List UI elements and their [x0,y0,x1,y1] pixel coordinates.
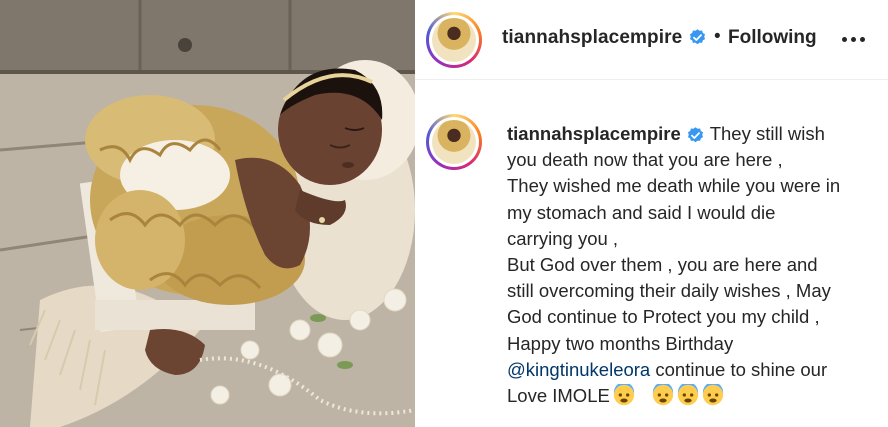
caption-line: you death now that you are here , [507,149,783,171]
header-username[interactable]: tiannahsplacempire [502,27,707,49]
avatar-image [432,18,476,62]
newborn-photo-illustration [0,0,415,427]
fearful-face-emoji-icon [677,384,698,406]
post-caption: tiannahsplacempire They still wish you d… [507,121,877,409]
fearful-face-emoji-icon [702,384,723,406]
header-avatar[interactable] [426,12,482,68]
caption-line: my stomach and said I would die [507,201,776,223]
caption-line: carrying you , [507,227,619,249]
fearful-face-emoji-icon [652,384,673,406]
avatar-image [432,120,476,164]
caption-username[interactable]: tiannahsplacempire [507,123,681,144]
fearful-face-emoji-icon [613,384,634,406]
following-button[interactable]: Following [728,27,817,49]
comments-area[interactable]: tiannahsplacempire They still wish you d… [415,81,888,427]
verified-badge-icon [689,29,705,45]
caption-line: They still wish [709,123,825,144]
caption-line: continue to shine our [650,358,828,380]
more-options-icon[interactable] [842,28,868,52]
caption-line: But God over them , you are here and [507,254,818,276]
post-details-pane: tiannahsplacempire • Following tiannahsp… [415,0,888,427]
caption-line: still overcoming their daily wishes , Ma… [507,280,831,302]
caption-line: God continue to Protect you my child , [507,306,820,328]
separator-dot: • [714,26,721,47]
caption-line: Happy two months Birthday [507,332,734,354]
caption-avatar[interactable] [426,114,482,170]
verified-badge-icon [687,126,703,142]
caption-line: They wished me death while you were in [507,175,841,197]
caption-line: Love IMOLE [507,385,610,407]
mention-link[interactable]: @kingtinukeleora [507,359,650,380]
post-header: tiannahsplacempire • Following [415,0,888,80]
post-photo[interactable] [0,0,415,427]
